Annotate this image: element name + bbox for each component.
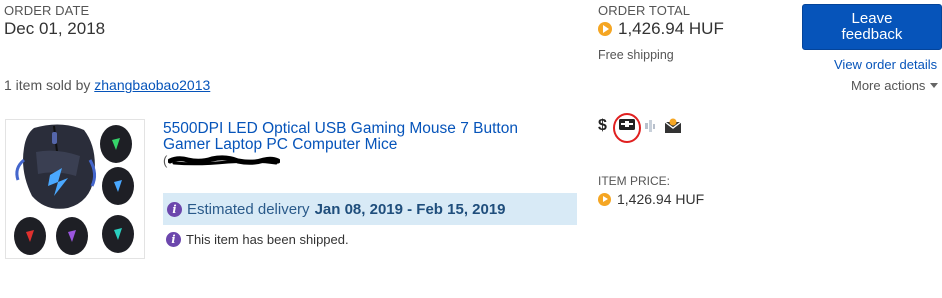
order-date-label: ORDER DATE xyxy=(4,3,90,18)
leave-feedback-label-line1: Leave xyxy=(851,10,893,27)
order-date-value: Dec 01, 2018 xyxy=(4,19,106,38)
info-icon: i xyxy=(167,201,182,217)
play-coin-icon xyxy=(598,22,612,36)
leave-feedback-button[interactable]: Leave feedback xyxy=(802,4,942,50)
tracking-icon xyxy=(645,120,655,132)
shipped-text: This item has been shipped. xyxy=(186,232,349,247)
item-price-value: 1,426.94 HUF xyxy=(617,191,705,207)
big-mouse xyxy=(15,124,97,209)
more-actions-dropdown[interactable]: More actions xyxy=(851,78,939,93)
delivery-prefix: Estimated delivery xyxy=(187,200,310,218)
leave-feedback-label-line2: feedback xyxy=(841,26,903,43)
product-thumbnail[interactable] xyxy=(5,119,145,259)
seller-prefix: 1 item sold by xyxy=(4,77,91,93)
seller-line: 1 item sold by zhangbaobao2013 xyxy=(4,77,210,93)
variant-paren: ( xyxy=(163,153,168,168)
view-order-details-link[interactable]: View order details xyxy=(834,57,937,72)
small-mouse-green xyxy=(100,125,132,163)
delivery-dates: Jan 08, 2019 - Feb 15, 2019 xyxy=(314,200,506,218)
order-total-value: 1,426.94 HUF xyxy=(618,19,724,38)
small-mouse-red xyxy=(14,217,46,255)
shipped-notice: i This item has been shipped. xyxy=(166,232,349,247)
redaction-scribble xyxy=(168,154,281,165)
item-title-line2: Gamer Laptop PC Computer Mice xyxy=(163,136,398,153)
play-coin-icon xyxy=(598,192,611,206)
chevron-down-icon xyxy=(930,83,939,88)
item-variant: ( xyxy=(163,153,281,168)
seller-name-link[interactable]: zhangbaobao2013 xyxy=(94,77,210,93)
package-icon[interactable] xyxy=(612,111,646,147)
envelope-icon xyxy=(664,118,682,133)
small-mouse-teal xyxy=(102,215,134,253)
info-icon: i xyxy=(166,232,181,247)
small-mouse-purple xyxy=(56,217,88,255)
item-title-line1: 5500DPI LED Optical USB Gaming Mouse 7 B… xyxy=(163,120,518,137)
order-total: 1,426.94 HUF xyxy=(598,19,724,39)
status-icons: $ xyxy=(598,113,688,147)
item-price-label: ITEM PRICE: xyxy=(598,174,671,188)
order-total-label: ORDER TOTAL xyxy=(598,3,691,18)
more-actions-label: More actions xyxy=(851,78,926,93)
free-shipping-note: Free shipping xyxy=(598,48,674,62)
gaming-mouse-image xyxy=(14,124,134,255)
dollar-icon: $ xyxy=(598,117,607,134)
estimated-delivery-banner: i Estimated delivery Jan 08, 2019 - Feb … xyxy=(163,193,577,225)
item-title-link[interactable]: 5500DPI LED Optical USB Gaming Mouse 7 B… xyxy=(163,121,518,153)
item-price: 1,426.94 HUF xyxy=(598,191,704,207)
small-mouse-blue xyxy=(102,167,134,205)
